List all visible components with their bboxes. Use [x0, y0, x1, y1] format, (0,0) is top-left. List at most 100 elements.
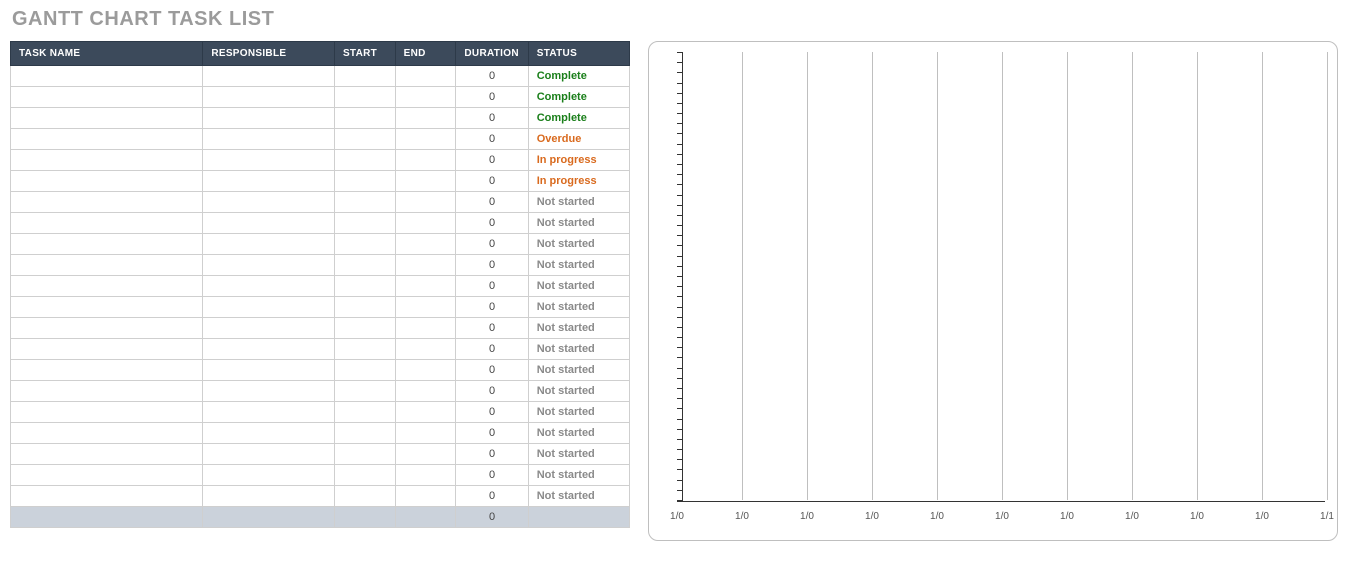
start-cell[interactable] [334, 129, 395, 150]
start-cell[interactable] [334, 192, 395, 213]
duration-cell[interactable]: 0 [456, 465, 528, 486]
end-cell[interactable] [395, 486, 456, 507]
responsible-cell[interactable] [203, 360, 335, 381]
task-cell[interactable] [11, 318, 203, 339]
status-cell[interactable]: Not started [528, 213, 629, 234]
end-cell[interactable] [395, 360, 456, 381]
duration-cell[interactable]: 0 [456, 150, 528, 171]
start-cell[interactable] [334, 255, 395, 276]
duration-cell[interactable]: 0 [456, 297, 528, 318]
end-cell[interactable] [395, 276, 456, 297]
duration-cell[interactable]: 0 [456, 360, 528, 381]
end-cell[interactable] [395, 423, 456, 444]
responsible-cell[interactable] [203, 234, 335, 255]
duration-cell[interactable]: 0 [456, 339, 528, 360]
task-cell[interactable] [11, 339, 203, 360]
duration-cell[interactable]: 0 [456, 255, 528, 276]
status-cell[interactable]: Not started [528, 402, 629, 423]
table-row[interactable]: 0Not started [11, 444, 630, 465]
duration-cell[interactable]: 0 [456, 87, 528, 108]
responsible-cell[interactable] [203, 297, 335, 318]
start-cell[interactable] [334, 150, 395, 171]
status-cell[interactable]: Not started [528, 276, 629, 297]
responsible-cell[interactable] [203, 339, 335, 360]
status-cell[interactable]: Not started [528, 486, 629, 507]
end-cell[interactable] [395, 171, 456, 192]
status-cell[interactable]: Not started [528, 423, 629, 444]
end-cell[interactable] [395, 87, 456, 108]
end-cell[interactable] [395, 339, 456, 360]
end-cell[interactable] [395, 255, 456, 276]
end-cell[interactable] [395, 402, 456, 423]
task-cell[interactable] [11, 276, 203, 297]
responsible-cell[interactable] [203, 402, 335, 423]
responsible-cell[interactable] [203, 381, 335, 402]
responsible-cell[interactable] [203, 423, 335, 444]
duration-cell[interactable]: 0 [456, 171, 528, 192]
responsible-cell[interactable] [203, 465, 335, 486]
table-row[interactable]: 0Overdue [11, 129, 630, 150]
responsible-cell[interactable] [203, 486, 335, 507]
status-cell[interactable]: Not started [528, 339, 629, 360]
end-cell[interactable] [395, 465, 456, 486]
duration-cell[interactable]: 0 [456, 192, 528, 213]
duration-cell[interactable]: 0 [456, 213, 528, 234]
duration-cell[interactable]: 0 [456, 129, 528, 150]
start-cell[interactable] [334, 66, 395, 87]
task-cell[interactable] [11, 213, 203, 234]
end-cell[interactable] [395, 129, 456, 150]
table-row[interactable]: 0Not started [11, 234, 630, 255]
responsible-cell[interactable] [203, 150, 335, 171]
start-cell[interactable] [334, 171, 395, 192]
table-row[interactable]: 0Not started [11, 339, 630, 360]
start-cell[interactable] [334, 234, 395, 255]
status-cell[interactable]: Not started [528, 234, 629, 255]
status-cell[interactable]: Complete [528, 66, 629, 87]
task-cell[interactable] [11, 486, 203, 507]
table-row[interactable]: 0In progress [11, 171, 630, 192]
task-cell[interactable] [11, 108, 203, 129]
task-cell[interactable] [11, 192, 203, 213]
task-cell[interactable] [11, 234, 203, 255]
table-row[interactable]: 0Not started [11, 192, 630, 213]
table-row[interactable]: 0Not started [11, 360, 630, 381]
task-cell[interactable] [11, 150, 203, 171]
status-cell[interactable]: In progress [528, 171, 629, 192]
task-cell[interactable] [11, 87, 203, 108]
end-cell[interactable] [395, 213, 456, 234]
end-cell[interactable] [395, 444, 456, 465]
status-cell[interactable]: Not started [528, 444, 629, 465]
start-cell[interactable] [334, 465, 395, 486]
status-cell[interactable]: Overdue [528, 129, 629, 150]
table-row[interactable]: 0Not started [11, 297, 630, 318]
start-cell[interactable] [334, 360, 395, 381]
end-cell[interactable] [395, 108, 456, 129]
responsible-cell[interactable] [203, 192, 335, 213]
table-row[interactable]: 0Not started [11, 213, 630, 234]
status-cell[interactable]: In progress [528, 150, 629, 171]
responsible-cell[interactable] [203, 318, 335, 339]
start-cell[interactable] [334, 381, 395, 402]
end-cell[interactable] [395, 192, 456, 213]
start-cell[interactable] [334, 339, 395, 360]
end-cell[interactable] [395, 150, 456, 171]
table-row[interactable]: 0Complete [11, 66, 630, 87]
table-row[interactable]: 0Not started [11, 423, 630, 444]
duration-cell[interactable]: 0 [456, 234, 528, 255]
duration-cell[interactable]: 0 [456, 486, 528, 507]
duration-cell[interactable]: 0 [456, 423, 528, 444]
table-row[interactable]: 0Not started [11, 318, 630, 339]
end-cell[interactable] [395, 318, 456, 339]
task-cell[interactable] [11, 465, 203, 486]
responsible-cell[interactable] [203, 213, 335, 234]
responsible-cell[interactable] [203, 444, 335, 465]
task-cell[interactable] [11, 297, 203, 318]
responsible-cell[interactable] [203, 129, 335, 150]
table-row[interactable]: 0Not started [11, 465, 630, 486]
status-cell[interactable]: Not started [528, 192, 629, 213]
task-cell[interactable] [11, 171, 203, 192]
start-cell[interactable] [334, 402, 395, 423]
start-cell[interactable] [334, 444, 395, 465]
table-row[interactable]: 0Not started [11, 255, 630, 276]
task-cell[interactable] [11, 129, 203, 150]
